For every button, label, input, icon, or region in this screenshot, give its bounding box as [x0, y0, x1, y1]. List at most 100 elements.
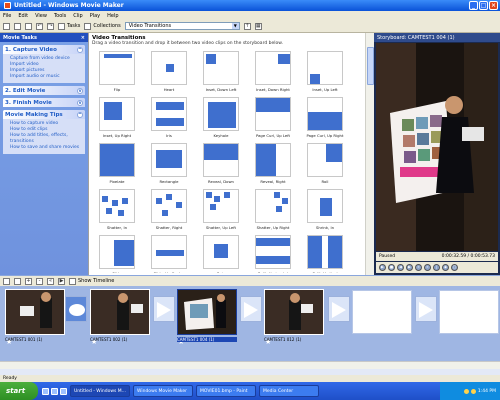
task-link[interactable]: Import audio or music [10, 74, 80, 80]
transition-slot[interactable] [153, 296, 175, 322]
maximize-button[interactable]: □ [479, 1, 488, 10]
save-project-icon[interactable] [25, 22, 32, 30]
scrollbar-thumb[interactable] [367, 47, 374, 85]
transition-slot[interactable] [415, 296, 437, 322]
set-audio-levels-icon[interactable] [3, 277, 10, 285]
storyboard-clip-selected[interactable]: ★ CAMTEST1 004 (1) [177, 289, 237, 347]
transition-item[interactable]: Shatter, Up Right [248, 189, 298, 235]
task-section-header[interactable]: Movie Making Tips ^ [3, 110, 85, 119]
storyboard-clip[interactable]: ★ CAMTEST1 002 (1) [90, 289, 150, 347]
menu-view[interactable]: View [35, 13, 47, 19]
transition-thumbnail [69, 304, 85, 316]
next-frame-icon[interactable]: ▶ [406, 264, 413, 271]
transition-slot[interactable] [240, 296, 262, 322]
play-storyboard-icon[interactable]: ▶ [58, 277, 65, 285]
transition-item[interactable]: Reveal, Right [248, 143, 298, 189]
transition-item[interactable]: Inset, Down Left [196, 51, 246, 97]
up-folder-icon[interactable]: ↑ [243, 22, 251, 30]
undo-icon[interactable]: ↶ [36, 22, 43, 30]
narrate-icon[interactable] [14, 277, 21, 285]
task-link[interactable]: How to save and share movies [10, 145, 80, 151]
transition-slot[interactable] [328, 296, 350, 322]
taskbar-item[interactable]: Media Center [259, 385, 319, 397]
transition-item[interactable]: Heart [144, 51, 194, 97]
transition-item[interactable]: Inset, Down Right [248, 51, 298, 97]
views-icon[interactable]: ▦ [254, 22, 262, 30]
tasks-button[interactable]: Tasks [58, 22, 80, 30]
tray-icon[interactable] [470, 388, 476, 394]
storyboard-scrollbar[interactable] [0, 361, 500, 369]
show-timeline-button[interactable]: Show Timeline [69, 277, 114, 285]
transition-item[interactable]: Roll [300, 143, 350, 189]
menu-tools[interactable]: Tools [54, 13, 66, 19]
collection-location-select[interactable]: Video Transitions ▼ [124, 22, 240, 30]
zoom-out-icon[interactable]: - [36, 277, 43, 285]
empty-clip-slot[interactable] [352, 290, 412, 334]
transition-item[interactable]: Shatter, In [92, 189, 142, 235]
transition-item[interactable]: Inset, Up Right [92, 97, 142, 143]
tray-icon[interactable] [463, 388, 469, 394]
snapshot-icon[interactable]: ◉ [442, 264, 449, 271]
menu-play[interactable]: Play [90, 13, 100, 19]
transition-item[interactable]: Page Curl, Up Right [300, 97, 350, 143]
menu-edit[interactable]: Edit [18, 13, 28, 19]
storyboard-clip[interactable]: ★ CAMTEST1 012 (1) [264, 289, 324, 347]
menu-clip[interactable]: Clip [73, 13, 82, 19]
taskbar-item[interactable]: Windows Movie Maker [133, 385, 193, 397]
task-link[interactable]: How to add titles, effects, transitions [10, 133, 80, 145]
redo-icon[interactable]: ↷ [47, 22, 54, 30]
transition-item[interactable]: Reveal, Down [196, 143, 246, 189]
taskbar-item[interactable]: Untitled - Windows M... [70, 385, 130, 397]
transition-item[interactable]: Flip [92, 51, 142, 97]
transition-thumbnail [307, 51, 343, 85]
new-project-icon[interactable] [3, 22, 10, 30]
transition-thumbnail [151, 51, 187, 85]
transition-item[interactable]: Shatter, Right [144, 189, 194, 235]
stop-icon[interactable]: ■ [388, 264, 395, 271]
task-section-header[interactable]: 3. Finish Movie v [3, 98, 85, 107]
transition-item[interactable]: Iris [144, 97, 194, 143]
transition-item[interactable]: Shatter, Up Left [196, 189, 246, 235]
split-clip-icon[interactable]: | [433, 264, 440, 271]
transition-item[interactable]: Keyhole [196, 97, 246, 143]
collections-button[interactable]: Collections [84, 22, 121, 30]
empty-clip-slot[interactable] [439, 290, 499, 334]
close-icon[interactable]: × [81, 35, 85, 41]
menu-file[interactable]: File [3, 13, 11, 19]
transition-item[interactable]: Shrink, In [300, 189, 350, 235]
transition-item[interactable]: Inset, Up Left [300, 51, 350, 97]
minimize-button[interactable]: _ [469, 1, 478, 10]
rewind-icon[interactable]: « [415, 264, 422, 271]
transitions-scrollbar[interactable] [365, 33, 374, 275]
quicklaunch-ie-icon[interactable] [42, 387, 49, 395]
clip-thumbnail [5, 289, 65, 335]
transition-item[interactable]: Split, Vertical [300, 235, 350, 273]
menu-help[interactable]: Help [107, 13, 118, 19]
quicklaunch-desktop-icon[interactable] [51, 387, 58, 395]
transition-item[interactable]: Slide, Up Center [144, 235, 194, 273]
zoom-in-icon[interactable]: + [25, 277, 32, 285]
taskbar-item[interactable]: MOVIE01.bmp - Paint [196, 385, 256, 397]
rewind-storyboard-icon[interactable]: « [47, 277, 54, 285]
previous-frame-icon[interactable]: ◀ [397, 264, 404, 271]
open-project-icon[interactable] [14, 22, 21, 30]
fullscreen-icon[interactable]: □ [451, 264, 458, 271]
transition-item[interactable]: Rectangle [144, 143, 194, 189]
transition-item[interactable]: Pixelate [92, 143, 142, 189]
close-button[interactable]: × [489, 1, 498, 10]
transition-item[interactable]: Slide [92, 235, 142, 273]
storyboard-clip[interactable]: ★ CAMTEST1 001 (1) [5, 289, 65, 347]
fast-forward-icon[interactable]: » [424, 264, 431, 271]
task-section-header[interactable]: 2. Edit Movie v [3, 86, 85, 95]
task-section-title: 1. Capture Video [5, 46, 57, 53]
transition-item[interactable]: Split, Horizontal [248, 235, 298, 273]
play-icon[interactable]: ▶ [379, 264, 386, 271]
transition-slot[interactable] [65, 296, 87, 322]
start-button[interactable]: start [0, 382, 38, 400]
transition-item[interactable]: Spin [196, 235, 246, 273]
transition-thumbnail [151, 189, 187, 223]
transition-item[interactable]: Page Curl, Up Left [248, 97, 298, 143]
quicklaunch-media-icon[interactable] [60, 387, 67, 395]
storyboard-track: ★ CAMTEST1 001 (1) ★ CAMTEST1 002 (1) ★ … [0, 286, 500, 361]
task-section-header[interactable]: 1. Capture Video ^ [3, 45, 85, 54]
